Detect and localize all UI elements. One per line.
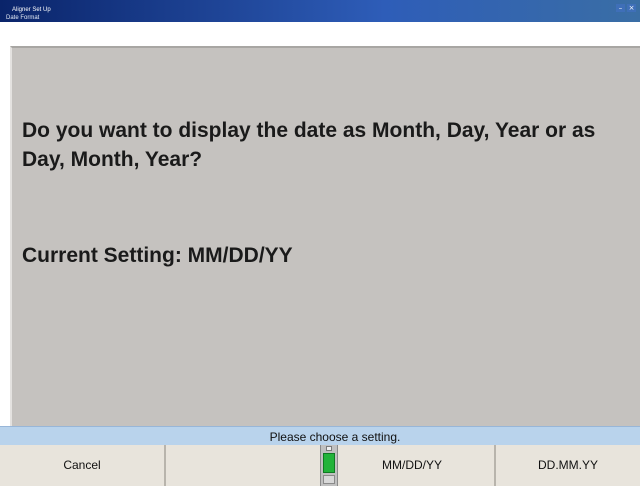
status-bar: Please choose a setting. xyxy=(0,426,640,445)
page-up-icon xyxy=(326,446,332,451)
question-text: Do you want to display the date as Month… xyxy=(22,119,596,171)
window-controls: – × xyxy=(616,4,636,12)
status-message: Please choose a setting. xyxy=(269,430,401,444)
cancel-button[interactable]: Cancel xyxy=(0,445,166,486)
ddmmyy-button[interactable]: DD.MM.YY xyxy=(496,445,640,486)
app-window: Aligner Set Up Date Format – × Do you wa… xyxy=(0,0,640,486)
page-down-icon xyxy=(323,475,335,484)
content-panel xyxy=(10,46,640,426)
empty-softkey[interactable] xyxy=(166,445,330,486)
page-indicator xyxy=(320,445,338,486)
window-title: Aligner Set Up xyxy=(12,7,51,13)
mmddyy-button[interactable]: MM/DD/YY xyxy=(330,445,496,486)
title-bar: Aligner Set Up Date Format – × xyxy=(0,0,640,22)
screen-subtitle: Date Format xyxy=(6,15,40,21)
page-position-thumb xyxy=(323,453,335,473)
close-button[interactable]: × xyxy=(627,4,636,12)
current-setting-text: Current Setting: MM/DD/YY xyxy=(22,244,293,267)
minimize-button[interactable]: – xyxy=(616,4,625,12)
